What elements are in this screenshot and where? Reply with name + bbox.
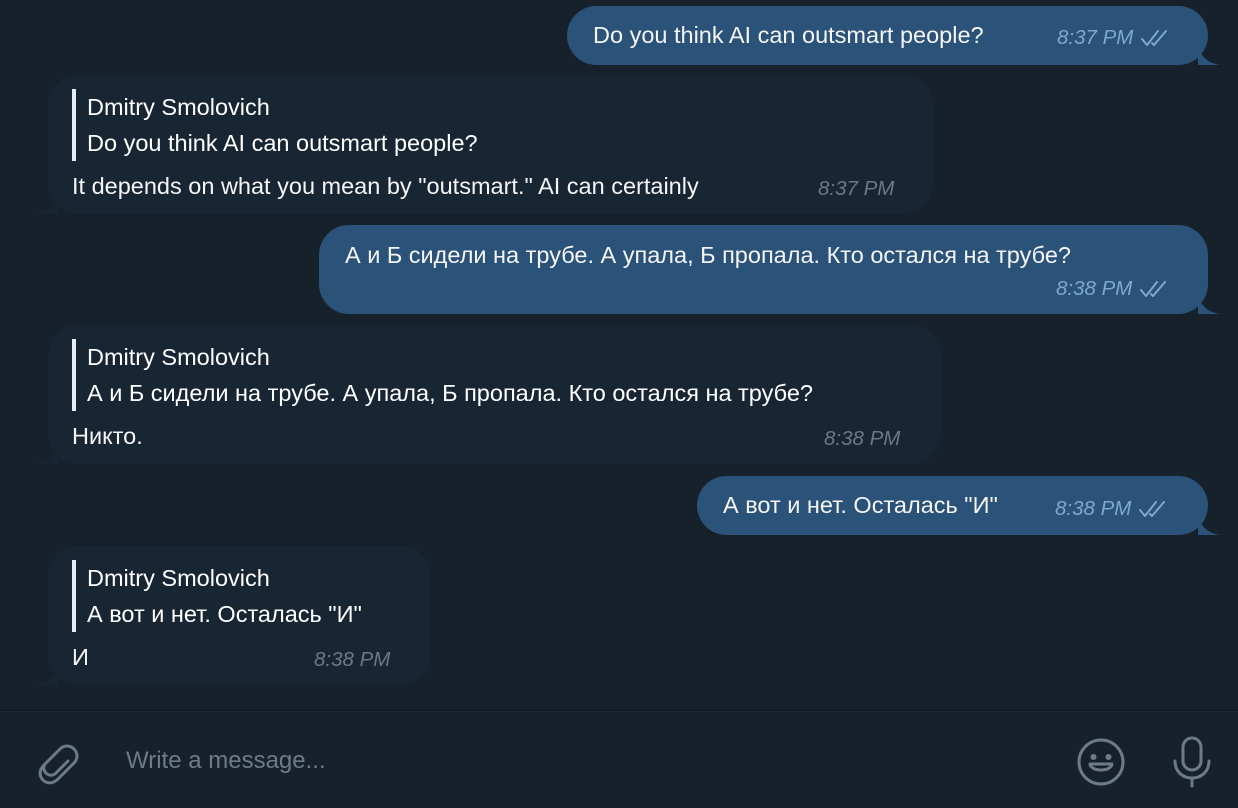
message-text: Никто. bbox=[72, 423, 143, 449]
message-text: Do you think AI can outsmart people? bbox=[593, 22, 984, 48]
message-input[interactable] bbox=[126, 741, 1026, 781]
double-check-icon bbox=[1141, 30, 1168, 46]
message-time: 8:38 PM bbox=[1056, 277, 1133, 300]
reply-sender: Dmitry Smolovich bbox=[87, 344, 270, 370]
chat-window: Do you think AI can outsmart people? 8:3… bbox=[0, 0, 1238, 808]
reply-sender: Dmitry Smolovich bbox=[87, 94, 270, 120]
reply-quote: А вот и нет. Осталась "И" bbox=[87, 601, 362, 627]
incoming-message[interactable]: Dmitry Smolovich А вот и нет. Осталась "… bbox=[36, 546, 431, 685]
paperclip-icon bbox=[38, 744, 79, 785]
voice-message-button[interactable] bbox=[1170, 735, 1214, 789]
message-meta: 8:38 PM bbox=[1055, 494, 1167, 524]
message-composer bbox=[0, 710, 1238, 808]
message-text: It depends on what you mean by "outsmart… bbox=[72, 173, 699, 199]
message-meta: 8:38 PM bbox=[1056, 274, 1168, 304]
message-text: А и Б сидели на трубе. А упала, Б пропал… bbox=[345, 242, 1071, 268]
message-time: 8:38 PM bbox=[1055, 497, 1132, 520]
double-check-icon bbox=[1139, 501, 1166, 517]
outgoing-message[interactable]: А и Б сидели на трубе. А упала, Б пропал… bbox=[319, 225, 1220, 314]
reply-preview[interactable]: Dmitry Smolovich Do you think AI can out… bbox=[72, 89, 478, 161]
message-meta: 8:37 PM bbox=[1057, 23, 1169, 53]
smile-icon bbox=[1077, 738, 1125, 786]
bubble-tail bbox=[36, 442, 58, 464]
incoming-message[interactable]: Dmitry Smolovich А и Б сидели на трубе. … bbox=[36, 325, 941, 464]
attach-button[interactable] bbox=[30, 735, 82, 787]
message-text: А вот и нет. Осталась "И" bbox=[723, 492, 998, 518]
reply-sender: Dmitry Smolovich bbox=[87, 565, 270, 591]
message-list[interactable]: Do you think AI can outsmart people? 8:3… bbox=[0, 0, 1238, 708]
bubble-tail bbox=[1198, 513, 1220, 535]
message-time: 8:37 PM bbox=[1057, 26, 1134, 49]
outgoing-message[interactable]: Do you think AI can outsmart people? 8:3… bbox=[567, 6, 1220, 65]
message-time: 8:38 PM bbox=[824, 427, 901, 450]
reply-preview[interactable]: Dmitry Smolovich А вот и нет. Осталась "… bbox=[72, 560, 362, 632]
message-text: И bbox=[72, 644, 89, 670]
message-time: 8:37 PM bbox=[818, 177, 895, 200]
reply-quote: Do you think AI can outsmart people? bbox=[87, 130, 478, 156]
composer-divider bbox=[0, 711, 1238, 712]
bubble-tail bbox=[1198, 292, 1220, 314]
double-check-icon bbox=[1140, 281, 1167, 297]
reply-quote: А и Б сидели на трубе. А упала, Б пропал… bbox=[87, 380, 813, 406]
reply-preview[interactable]: Dmitry Smolovich А и Б сидели на трубе. … bbox=[72, 339, 813, 411]
bubble-tail bbox=[1198, 43, 1220, 65]
outgoing-message[interactable]: А вот и нет. Осталась "И" 8:38 PM bbox=[697, 476, 1220, 535]
bubble-tail bbox=[36, 192, 58, 214]
microphone-icon bbox=[1173, 736, 1211, 788]
incoming-message[interactable]: Dmitry Smolovich Do you think AI can out… bbox=[36, 75, 933, 214]
emoji-button[interactable] bbox=[1076, 737, 1126, 787]
bubble-tail bbox=[36, 663, 58, 685]
message-time: 8:38 PM bbox=[314, 648, 391, 671]
